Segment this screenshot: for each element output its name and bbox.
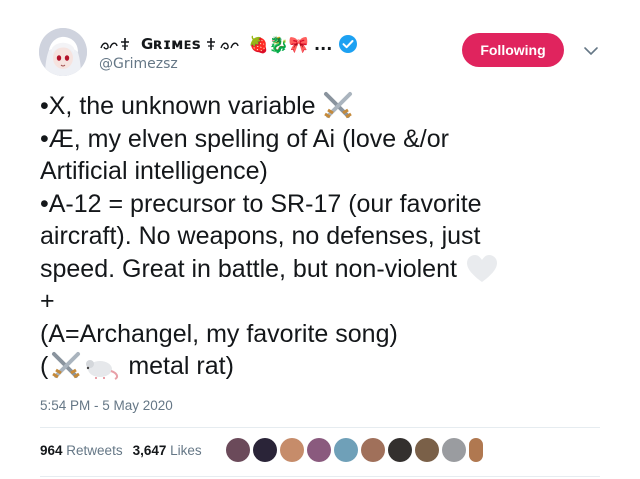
avatar[interactable]	[39, 28, 87, 76]
rat-icon	[86, 360, 119, 381]
verified-badge-icon	[338, 34, 358, 54]
tweet-line: ( metal rat)	[40, 352, 234, 381]
liker-avatars	[226, 438, 483, 462]
avatar[interactable]	[226, 438, 250, 462]
handle[interactable]: @Grimezsz	[99, 56, 178, 72]
display-name-text: Gʀɪᴍᴇs	[141, 35, 201, 53]
tweet-line: •X, the unknown variable	[40, 90, 600, 123]
avatar[interactable]	[280, 438, 304, 462]
ornament-icon	[206, 38, 239, 50]
avatar[interactable]	[415, 438, 439, 462]
name-emojis: 🍓🐉🎀 ...	[248, 34, 333, 54]
avatar[interactable]	[307, 438, 331, 462]
tweet-line: •Æ, my elven spelling of Ai (love &/or	[40, 124, 449, 153]
likes-stat[interactable]: 3,647 Likes	[133, 443, 202, 458]
tweet-line: aircraft). No weapons, no defenses, just	[40, 222, 481, 250]
tweet-line: •A-12 = precursor to SR-17 (our favorite	[40, 189, 482, 218]
display-name[interactable]: Gʀɪᴍᴇs 🍓🐉🎀 ...	[99, 33, 358, 55]
timestamp[interactable]: 5:54 PM - 5 May 2020	[40, 398, 173, 413]
avatar[interactable]	[361, 438, 385, 462]
tweet-stats: 964 Retweets 3,647 Likes	[40, 443, 202, 458]
divider	[40, 427, 600, 428]
ornament-icon	[100, 38, 129, 50]
tweet-text: •X, the unknown variable •Æ, my elven sp…	[40, 90, 600, 383]
avatar[interactable]	[442, 438, 466, 462]
chevron-down-icon[interactable]	[582, 42, 600, 60]
divider	[40, 476, 600, 477]
avatar[interactable]	[388, 438, 412, 462]
avatar[interactable]	[253, 438, 277, 462]
tweet-line: speed. Great in battle, but non-violent	[40, 253, 600, 286]
avatar[interactable]	[469, 438, 483, 462]
avatar[interactable]	[334, 438, 358, 462]
white-heart-icon	[466, 254, 497, 282]
crossed-swords-icon	[323, 92, 352, 119]
tweet-line: (A=Archangel, my favorite song)	[40, 319, 398, 348]
tweet-line: +	[40, 287, 55, 315]
crossed-swords-icon	[52, 352, 81, 379]
tweet-line: Artificial intelligence)	[40, 157, 268, 185]
retweets-stat[interactable]: 964 Retweets	[40, 443, 123, 458]
following-button[interactable]: Following	[462, 33, 564, 67]
